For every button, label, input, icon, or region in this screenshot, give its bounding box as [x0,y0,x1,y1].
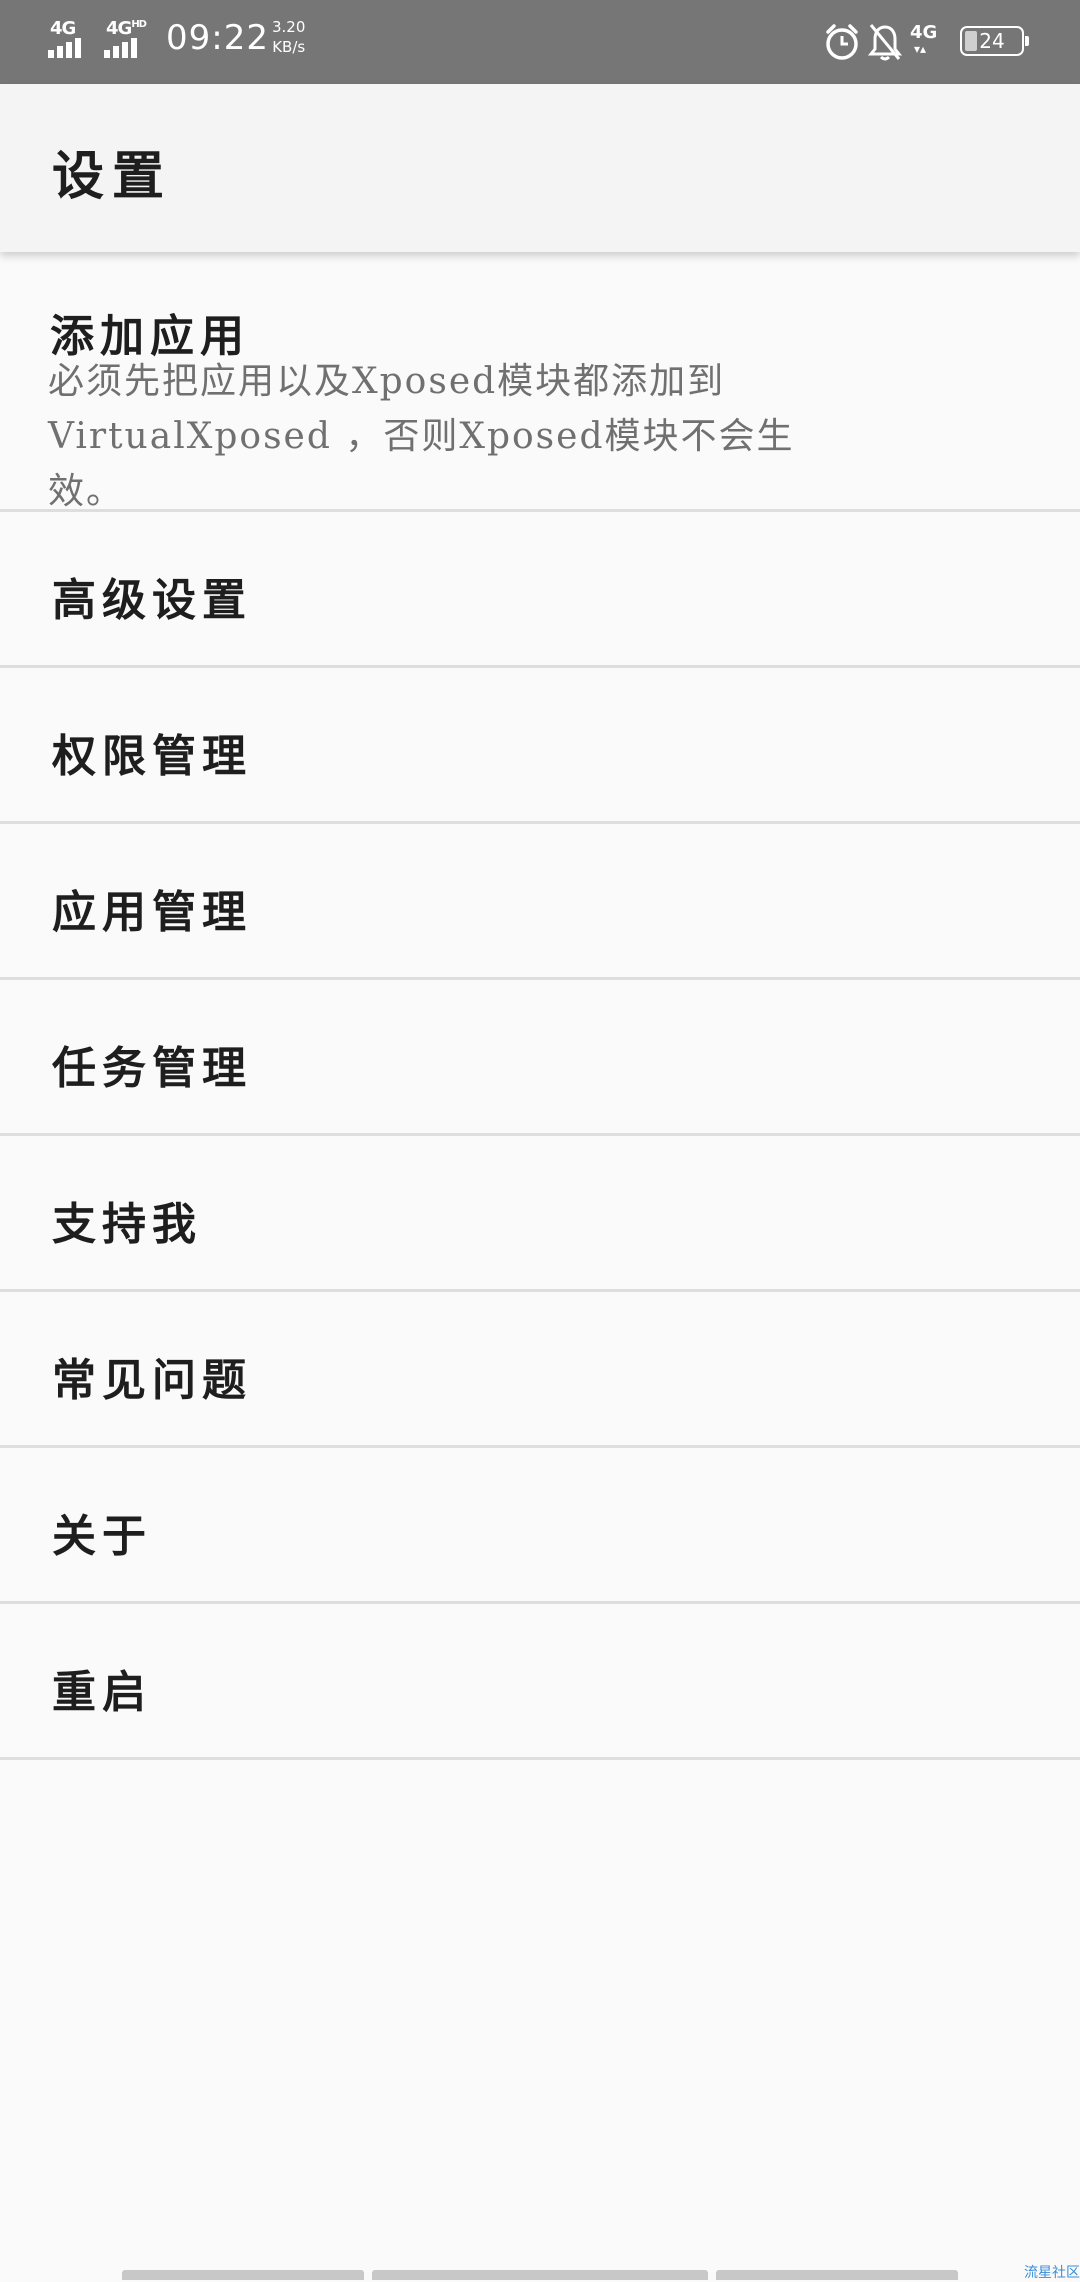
setting-title: 关于 [52,1511,152,1562]
setting-title: 高级设置 [52,575,252,626]
signal-hd-icon: 4GHD [104,18,150,58]
gesture-bar-left[interactable] [122,2270,364,2280]
setting-title: 常见问题 [52,1355,252,1406]
network-type-label: 4G [50,18,76,39]
alarm-icon [826,24,858,60]
battery-icon: 24 [960,26,1029,56]
signal-icon: 4G [48,18,94,58]
setting-task-management[interactable]: 任务管理 [0,980,1080,1136]
page-title: 设置 [52,146,173,207]
setting-faq[interactable]: 常见问题 [0,1292,1080,1448]
setting-reboot[interactable]: 重启 [0,1604,1080,1760]
setting-title: 支持我 [52,1199,202,1250]
network-speed-value: 3.20 [272,18,306,36]
network-type-label: 4GHD [106,18,147,39]
setting-about[interactable]: 关于 [0,1448,1080,1604]
setting-title: 重启 [52,1667,152,1718]
setting-app-management[interactable]: 应用管理 [0,824,1080,980]
battery-level: 24 [979,29,1005,53]
network-speed-unit: KB/s [272,38,306,56]
setting-title: 任务管理 [52,1043,252,1094]
setting-summary: 必须先把应用以及Xposed模块都添加到VirtualXposed ，否则Xpo… [48,361,795,512]
gesture-bar-center[interactable] [372,2270,708,2280]
setting-title: 权限管理 [52,731,252,782]
app-bar: 设置 [0,84,1080,252]
status-bar: 4G 4GHD 09:22 3.20 KB/s 4G ▾▴ 24 [0,0,1080,84]
setting-support-me[interactable]: 支持我 [0,1136,1080,1292]
setting-advanced[interactable]: 高级设置 [0,512,1080,668]
setting-add-app[interactable]: 添加应用 必须先把应用以及Xposed模块都添加到VirtualXposed ，… [0,252,1080,512]
network-speed: 3.20 KB/s [272,17,305,57]
data-icon: 4G ▾▴ [910,22,952,62]
network-type-label: 4G [910,22,938,43]
notifications-off-icon [868,24,902,61]
gesture-bar-right[interactable] [716,2270,958,2280]
clock-time: 09:22 [166,18,269,58]
watermark: 流星社区 [1024,2265,1080,2281]
setting-permissions[interactable]: 权限管理 [0,668,1080,824]
setting-title: 应用管理 [52,887,252,938]
settings-list: 添加应用 必须先把应用以及Xposed模块都添加到VirtualXposed ，… [0,252,1080,1760]
